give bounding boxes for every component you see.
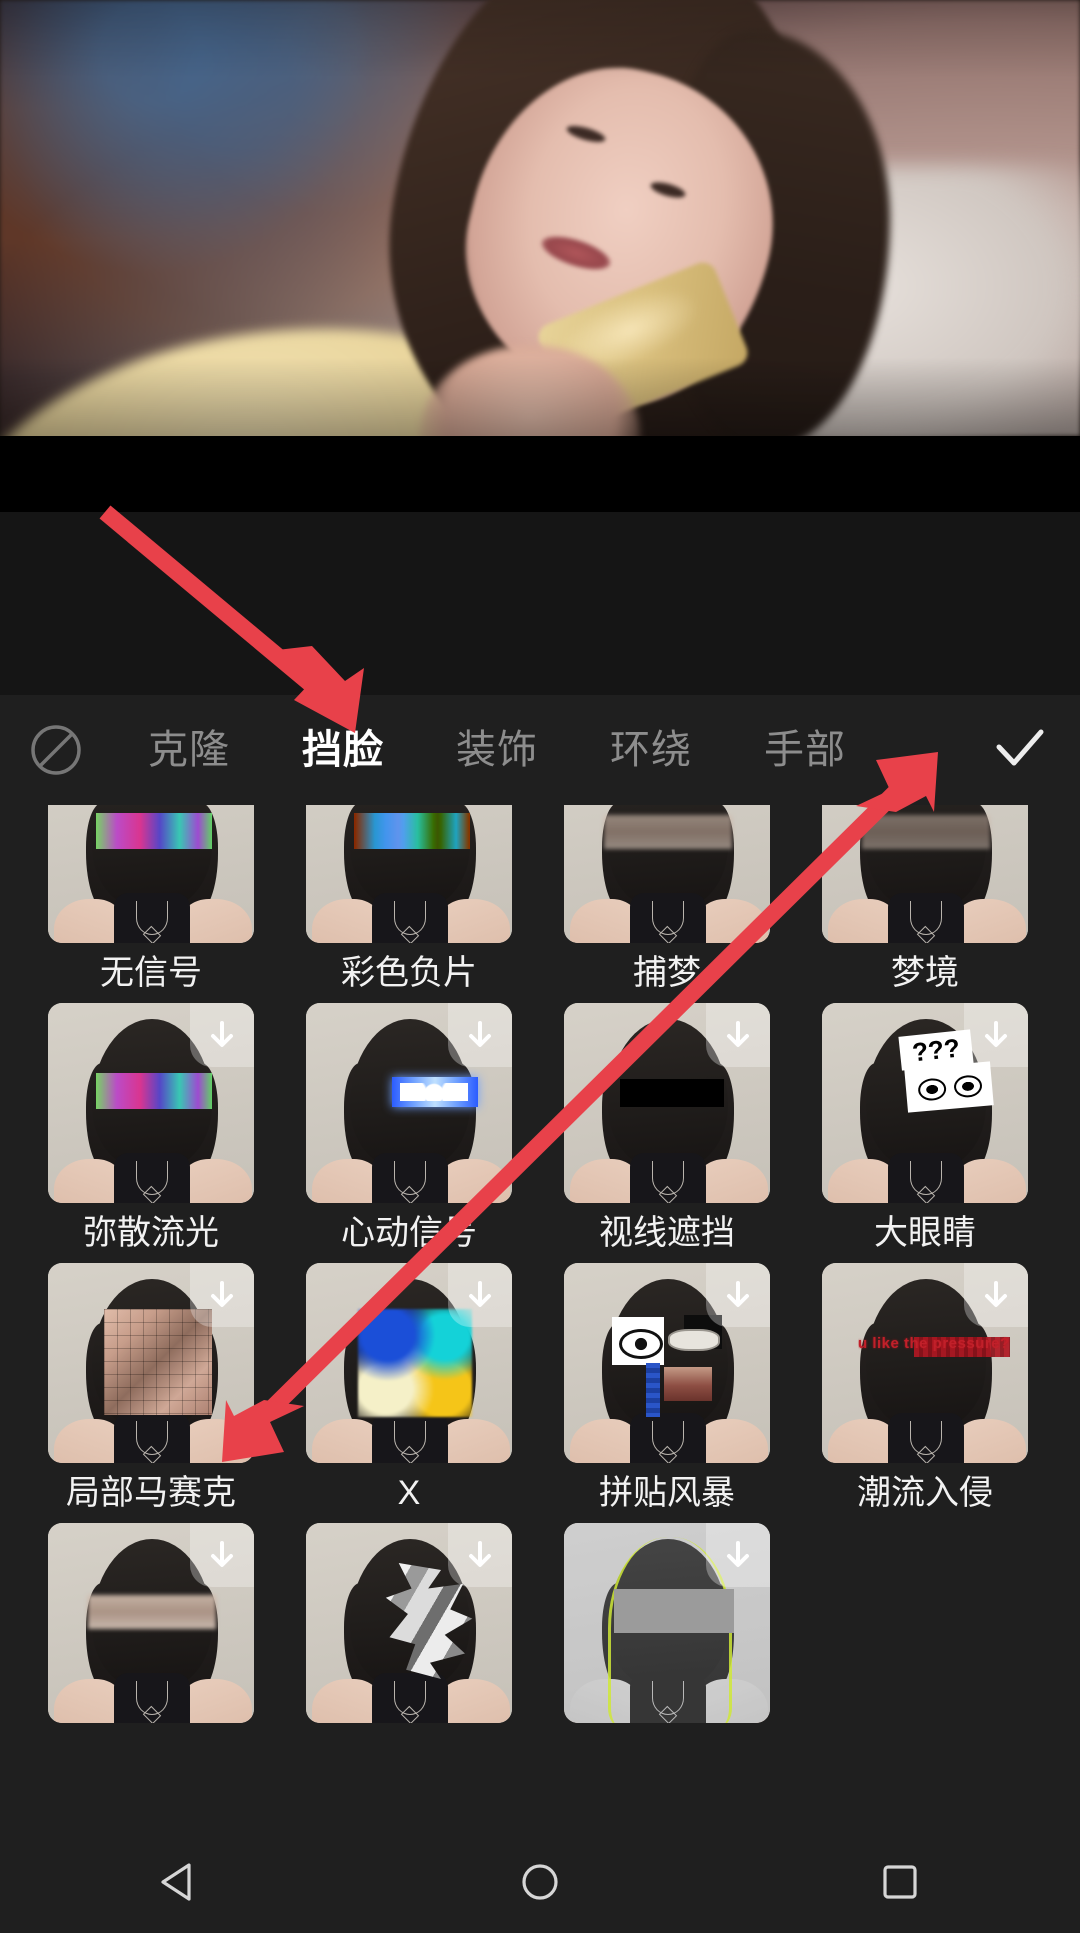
effect-thumbnail[interactable] (48, 1523, 254, 1723)
download-arrow-icon[interactable] (706, 1523, 770, 1587)
effect-thumbnail[interactable] (306, 1003, 512, 1203)
preview-vignette (0, 0, 1080, 436)
effect-cell[interactable]: 视线遮挡 (564, 1003, 770, 1263)
android-navbar (0, 1835, 1080, 1933)
effect-label: 无信号 (100, 954, 202, 992)
effect-label: 大眼睛 (874, 1214, 976, 1252)
effect-label: 弥散流光 (83, 1214, 219, 1252)
video-preview[interactable] (0, 0, 1080, 436)
download-arrow-icon[interactable] (190, 1003, 254, 1067)
download-arrow-icon[interactable] (448, 1523, 512, 1587)
tab-zhuangshi[interactable]: 装饰 (420, 730, 574, 770)
effect-thumbnail[interactable] (306, 1263, 512, 1463)
effect-cell[interactable]: 彩色负片 (306, 805, 512, 1003)
no-effect-button[interactable] (0, 722, 112, 778)
no-effect-icon (28, 722, 84, 778)
timeline-gap (0, 512, 1080, 695)
download-arrow-icon[interactable] (706, 1263, 770, 1327)
effect-cell[interactable] (48, 1523, 254, 1783)
effect-cell[interactable]: X (306, 1263, 512, 1523)
confirm-button[interactable] (960, 717, 1080, 784)
effect-thumbnail[interactable] (564, 1003, 770, 1203)
effect-thumbnail[interactable] (306, 805, 512, 943)
letterbox-bar (0, 436, 1080, 512)
download-arrow-icon[interactable] (190, 1523, 254, 1587)
download-arrow-icon[interactable] (448, 1263, 512, 1327)
effect-label: 拼贴风暴 (599, 1474, 735, 1512)
effect-cell[interactable]: 捕梦 (564, 805, 770, 1003)
effect-label: 捕梦 (633, 954, 701, 992)
effect-cell[interactable]: 无信号 (48, 805, 254, 1003)
effect-thumbnail[interactable] (306, 1523, 512, 1723)
tab-dangliao[interactable]: 挡脸 (266, 730, 420, 770)
effect-thumbnail[interactable]: ??? (822, 1003, 1028, 1203)
effect-thumbnail[interactable] (48, 1263, 254, 1463)
effect-cell[interactable]: 心动信号 (306, 1003, 512, 1263)
effect-cell[interactable] (564, 1523, 770, 1783)
effect-grid-scroll[interactable]: 无信号 彩色负片 捕梦 梦境 弥散流光 心动信号 视线遮挡??? 大眼睛 局部马赛克 X 拼贴风暴 u… (0, 805, 1080, 1835)
effect-thumbnail[interactable] (48, 805, 254, 943)
effect-thumbnail[interactable] (564, 1263, 770, 1463)
download-arrow-icon[interactable] (190, 1263, 254, 1327)
tab-shoubu[interactable]: 手部 (728, 730, 882, 770)
download-arrow-icon[interactable] (964, 1263, 1028, 1327)
effect-label: 彩色负片 (341, 954, 477, 992)
nav-recents-button[interactable] (840, 1835, 960, 1933)
effect-cell[interactable]: 拼贴风暴 (564, 1263, 770, 1523)
download-arrow-icon[interactable] (448, 1003, 512, 1067)
download-arrow-icon[interactable] (964, 1003, 1028, 1067)
nav-back-button[interactable] (120, 1835, 240, 1933)
tab-huanrao[interactable]: 环绕 (574, 730, 728, 770)
nav-home-button[interactable] (480, 1835, 600, 1933)
effect-thumbnail[interactable]: u like the pressure? (822, 1263, 1028, 1463)
effect-label: 视线遮挡 (599, 1214, 735, 1252)
effect-label: 潮流入侵 (857, 1474, 993, 1512)
effect-label: 局部马赛克 (66, 1474, 236, 1512)
tab-keluo[interactable]: 克隆 (112, 730, 266, 770)
effect-cell[interactable]: ??? 大眼睛 (822, 1003, 1028, 1263)
effect-label (564, 1723, 770, 1783)
effect-cell[interactable]: u like the pressure? 潮流入侵 (822, 1263, 1028, 1523)
effect-cell[interactable]: 局部马赛克 (48, 1263, 254, 1523)
effect-cell[interactable]: 弥散流光 (48, 1003, 254, 1263)
effect-thumbnail[interactable] (48, 1003, 254, 1203)
category-tabbar: 克隆 挡脸 装饰 环绕 手部 (0, 695, 1080, 805)
effect-label: 心动信号 (341, 1214, 477, 1252)
app-root: 克隆 挡脸 装饰 环绕 手部 无信号 彩色负片 捕梦 梦境弥散流光 心动信号 视线遮挡??… (0, 0, 1080, 1933)
effect-label (48, 1723, 254, 1783)
effect-grid: 无信号 彩色负片 捕梦 梦境 弥散流光 心动信号 视线遮挡??? 大眼睛 局部马赛克 X 拼贴风暴 u… (0, 805, 1076, 1783)
effect-thumbnail[interactable] (564, 1523, 770, 1723)
effect-label: 梦境 (891, 954, 959, 992)
back-triangle-icon (157, 1859, 203, 1910)
effect-thumbnail[interactable] (822, 805, 1028, 943)
download-arrow-icon[interactable] (706, 1003, 770, 1067)
effect-cell[interactable]: 梦境 (822, 805, 1028, 1003)
tab-list: 克隆 挡脸 装饰 环绕 手部 (112, 730, 960, 770)
home-circle-icon (517, 1859, 563, 1910)
effect-label: X (397, 1474, 421, 1512)
effect-label (306, 1723, 512, 1783)
recents-square-icon (877, 1859, 923, 1910)
checkmark-icon (989, 717, 1051, 784)
effect-cell[interactable] (306, 1523, 512, 1783)
effect-thumbnail[interactable] (564, 805, 770, 943)
sticker-panel: 克隆 挡脸 装饰 环绕 手部 无信号 彩色负片 捕梦 梦境弥散流光 心动信号 视线遮挡??… (0, 695, 1080, 1835)
